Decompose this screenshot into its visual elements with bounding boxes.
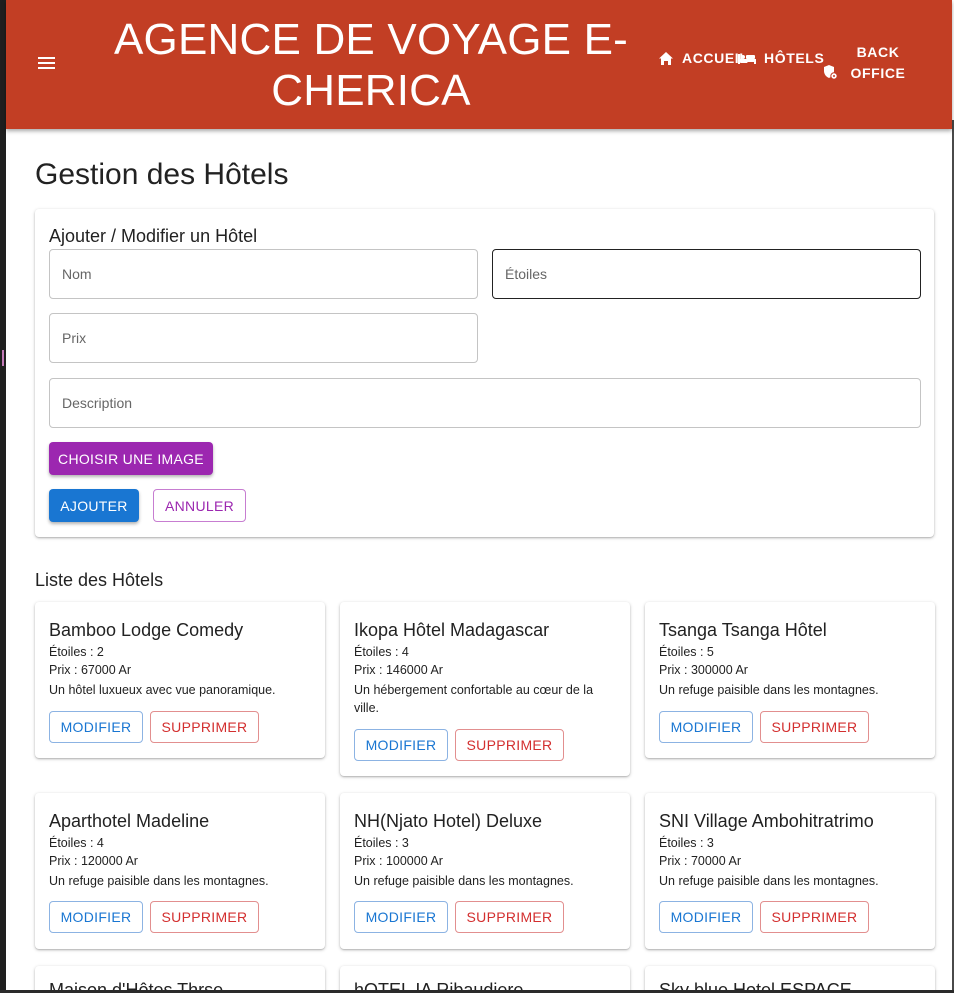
hotel-description: Un refuge paisible dans les montagnes.: [659, 874, 879, 888]
hotel-description: Un refuge paisible dans les montagnes.: [49, 874, 269, 888]
app-title: AGENCE DE VOYAGE E-CHERICA: [114, 15, 628, 115]
hotel-price: Prix : 70000 Ar: [659, 854, 741, 868]
etoiles-field[interactable]: Étoiles: [492, 249, 921, 299]
nav-accueil[interactable]: ACCUEIL: [658, 50, 748, 66]
hotel-name: SNI Village Ambohitratrimo: [659, 811, 874, 831]
hotel-card: Tsanga Tsanga Hôtel Étoiles : 5 Prix : 3…: [645, 602, 935, 758]
admin-shield-icon: [824, 65, 838, 80]
hotel-stars: Étoiles : 5: [659, 645, 714, 659]
hotel-name: Ikopa Hôtel Madagascar: [354, 620, 550, 640]
description-field[interactable]: Description: [49, 378, 921, 428]
nav-back-office[interactable]: BACK OFFICE: [823, 42, 918, 84]
hotel-card: Sky blue Hotel ESPACE: [645, 966, 935, 993]
hotel-name: Tsanga Tsanga Hôtel: [659, 620, 827, 640]
resize-marker: [2, 350, 4, 366]
hotel-card: hOTEL IA Ribaudiere: [340, 966, 630, 993]
choose-image-button[interactable]: CHOISIR UNE IMAGE: [49, 442, 213, 475]
hotel-price: Prix : 120000 Ar: [49, 854, 138, 868]
modify-button[interactable]: MODIFIER: [49, 711, 143, 743]
delete-button[interactable]: SUPPRIMER: [150, 711, 259, 743]
delete-button[interactable]: SUPPRIMER: [455, 729, 564, 761]
hotel-card: Bamboo Lodge Comedy Étoiles : 2 Prix : 6…: [35, 602, 325, 758]
hotel-description: Un hébergement confortable au cœur de la…: [354, 683, 594, 715]
hotel-stars: Étoiles : 4: [49, 836, 104, 850]
hotel-description: Un refuge paisible dans les montagnes.: [354, 874, 574, 888]
nav-back-office-line2: OFFICE: [850, 65, 906, 81]
hotel-price: Prix : 67000 Ar: [49, 663, 131, 677]
nom-field[interactable]: Nom: [49, 249, 478, 299]
hotel-card: SNI Village Ambohitratrimo Étoiles : 3 P…: [645, 793, 935, 949]
app-bar: AGENCE DE VOYAGE E-CHERICA ACCUEIL HÔTEL…: [6, 0, 952, 129]
prix-field[interactable]: Prix: [49, 313, 478, 363]
hotel-price: Prix : 100000 Ar: [354, 854, 443, 868]
delete-button[interactable]: SUPPRIMER: [760, 901, 869, 933]
hotel-description: Un hôtel luxueux avec vue panoramique.: [49, 683, 276, 697]
hotel-price: Prix : 300000 Ar: [659, 663, 748, 677]
menu-icon[interactable]: [38, 55, 58, 71]
hotel-stars: Étoiles : 4: [354, 645, 409, 659]
hotel-description: Un refuge paisible dans les montagnes.: [659, 683, 879, 697]
modify-button[interactable]: MODIFIER: [659, 901, 753, 933]
add-button[interactable]: AJOUTER: [49, 489, 139, 522]
form-title: Ajouter / Modifier un Hôtel: [49, 226, 258, 246]
modify-button[interactable]: MODIFIER: [659, 711, 753, 743]
hotel-stars: Étoiles : 2: [49, 645, 104, 659]
page-title: Gestion des Hôtels: [35, 158, 289, 191]
window-left-edge: [0, 0, 6, 993]
delete-button[interactable]: SUPPRIMER: [760, 711, 869, 743]
hotel-form-card: Ajouter / Modifier un Hôtel Nom Étoiles …: [35, 209, 934, 537]
hotel-stars: Étoiles : 3: [659, 836, 714, 850]
nav-hotels[interactable]: HÔTELS: [738, 50, 824, 66]
hotel-name: Aparthotel Madeline: [49, 811, 210, 831]
delete-button[interactable]: SUPPRIMER: [150, 901, 259, 933]
hotel-card: NH(Njato Hotel) Deluxe Étoiles : 3 Prix …: [340, 793, 630, 949]
hotel-price: Prix : 146000 Ar: [354, 663, 443, 677]
home-icon: [659, 51, 673, 65]
nav-hotels-label: HÔTELS: [764, 50, 825, 66]
modify-button[interactable]: MODIFIER: [354, 729, 448, 761]
modify-button[interactable]: MODIFIER: [49, 901, 143, 933]
modify-button[interactable]: MODIFIER: [354, 901, 448, 933]
nav-back-office-label: BACK OFFICE: [838, 42, 918, 84]
delete-button[interactable]: SUPPRIMER: [455, 901, 564, 933]
hotel-card: Maison d'Hôtes Thrse: [35, 966, 325, 993]
hotel-card: Aparthotel Madeline Étoiles : 4 Prix : 1…: [35, 793, 325, 949]
nav-back-office-line1: BACK: [856, 44, 900, 60]
hotel-name: Bamboo Lodge Comedy: [49, 620, 244, 640]
hotel-card: Ikopa Hôtel Madagascar Étoiles : 4 Prix …: [340, 602, 630, 776]
cancel-button[interactable]: ANNULER: [153, 489, 246, 522]
hotel-bed-icon: [738, 54, 756, 64]
hotel-name: NH(Njato Hotel) Deluxe: [354, 811, 543, 831]
hotel-stars: Étoiles : 3: [354, 836, 409, 850]
list-title: Liste des Hôtels: [35, 570, 164, 590]
